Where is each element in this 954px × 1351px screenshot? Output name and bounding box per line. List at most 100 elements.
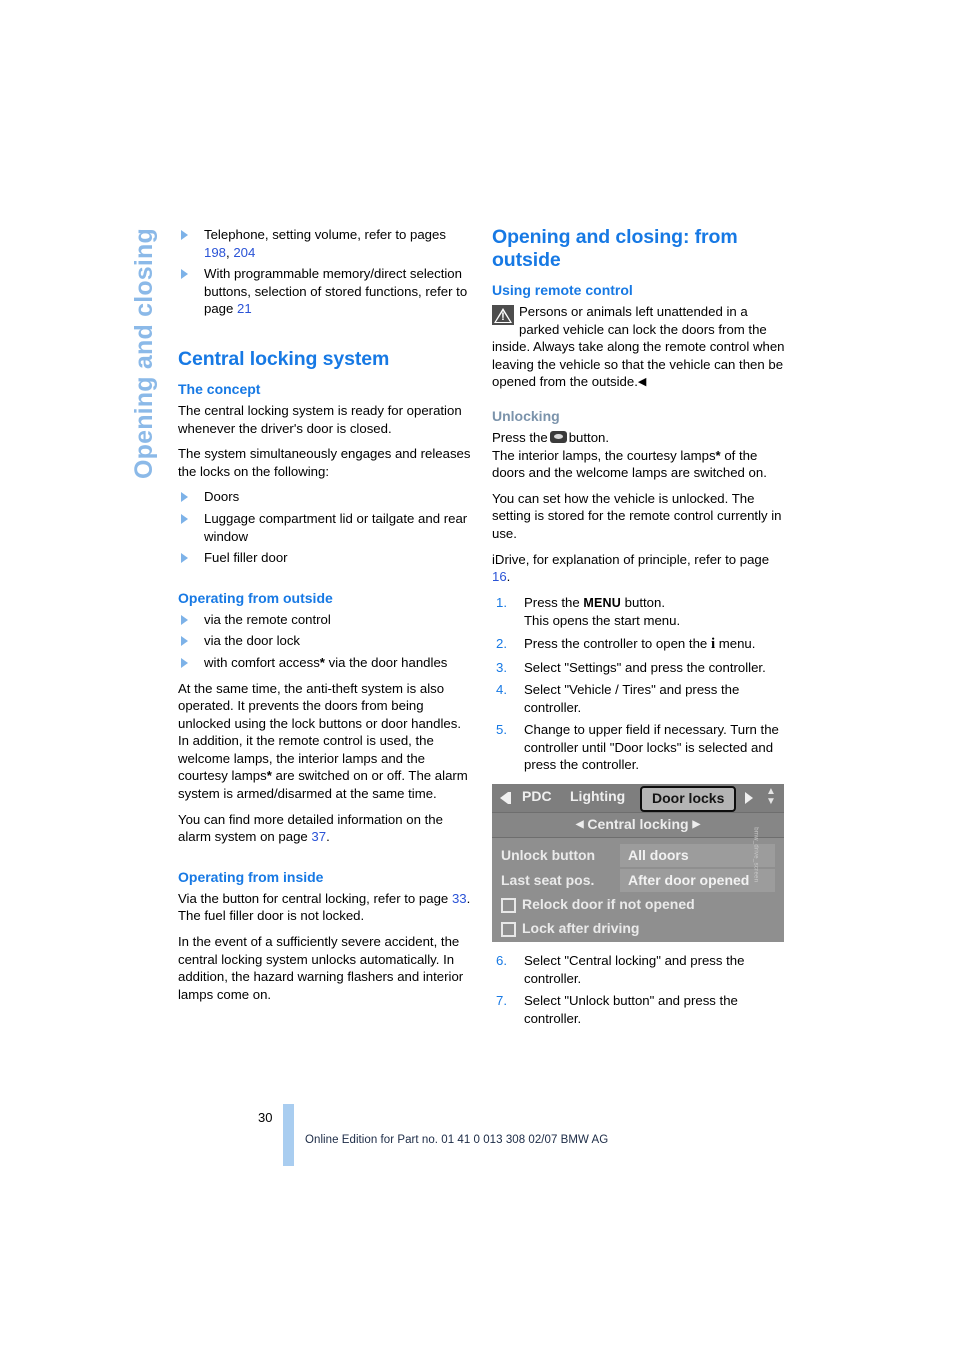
footer-edition-text: Online Edition for Part no. 01 41 0 013 … bbox=[305, 1134, 609, 1146]
list-item: With programmable memory/direct selectio… bbox=[178, 265, 474, 318]
press-post-text: button. bbox=[568, 429, 610, 445]
step-pre: Select "Vehicle / Tires" and press the c… bbox=[524, 682, 740, 715]
bullet-text: via the door lock bbox=[204, 633, 301, 649]
page-ref-204[interactable]: 204 bbox=[233, 245, 255, 260]
step-post: button. bbox=[620, 594, 665, 610]
idrive-subtitle: ◀ Central locking ▶ bbox=[492, 813, 784, 839]
triangle-bullet-icon bbox=[181, 230, 188, 240]
left-caret-icon: ◀ bbox=[575, 819, 584, 831]
idrive-subtitle-label: Central locking bbox=[587, 816, 689, 833]
bullet-text: Doors bbox=[204, 489, 240, 505]
left-column: Telephone, setting volume, refer to page… bbox=[178, 226, 474, 1011]
checkbox-row[interactable]: Lock after driving bbox=[492, 918, 784, 942]
next-arrow-icon[interactable] bbox=[745, 792, 753, 805]
warning-triangle-icon: ! bbox=[492, 305, 514, 325]
page-ref-37[interactable]: 37 bbox=[311, 829, 326, 844]
list-item: Fuel filler door bbox=[178, 549, 474, 567]
idrive-settings-body: Unlock button All doors Last seat pos. A… bbox=[492, 838, 784, 942]
table-row[interactable]: Last seat pos. After door opened bbox=[492, 869, 784, 894]
unlock-p3-part-a: iDrive, for explanation of principle, re… bbox=[492, 551, 770, 567]
step-text: Select "Central locking" and press the c… bbox=[524, 953, 745, 986]
outside-paragraph-2: You can find more detailed information o… bbox=[178, 811, 474, 846]
page-ref-16[interactable]: 16 bbox=[492, 569, 507, 584]
triangle-bullet-icon bbox=[181, 553, 188, 564]
list-item: Press the MENU button. This opens the sta… bbox=[492, 594, 788, 630]
right-column: Opening and closing: from outside Using … bbox=[492, 226, 788, 1032]
row-label: Unlock button bbox=[501, 847, 596, 864]
idrive-tab-pdc[interactable]: PDC bbox=[522, 788, 552, 806]
triangle-bullet-icon bbox=[181, 636, 188, 647]
list-item: via the door lock bbox=[178, 632, 474, 650]
step-pre: Press the controller to open the bbox=[524, 635, 711, 651]
idrive-tab-bar: PDC Lighting Door locks ▲ ▼ bbox=[492, 784, 784, 814]
checkbox-label: Relock door if not opened bbox=[522, 896, 695, 913]
row-label: Last seat pos. bbox=[501, 872, 595, 889]
remote-unlock-button-icon bbox=[549, 430, 567, 443]
unlocking-steps-list: Press the MENU button. This opens the sta… bbox=[492, 594, 788, 774]
subheading-the-concept: The concept bbox=[178, 380, 261, 397]
press-button-line: Press the button. bbox=[492, 429, 788, 447]
list-item: via the remote control bbox=[178, 611, 474, 629]
list-item: with comfort access* via the door handle… bbox=[178, 654, 474, 672]
prev-arrow-icon[interactable] bbox=[500, 792, 508, 805]
idrive-tab-door-locks-selected[interactable]: Door locks bbox=[640, 786, 737, 812]
right-caret-icon: ▶ bbox=[692, 819, 701, 831]
triangle-bullet-icon bbox=[181, 269, 188, 280]
footer-accent-bar bbox=[283, 1104, 294, 1166]
subheading-unlocking: Unlocking bbox=[492, 407, 560, 424]
concept-paragraph-2: The system simultaneously engages and re… bbox=[178, 446, 471, 479]
checkbox-row[interactable]: Relock door if not opened bbox=[492, 894, 784, 918]
outside-p2-part-b: . bbox=[326, 829, 330, 845]
bullet-text-tail: via the door handles bbox=[324, 654, 448, 670]
list-item: Telephone, setting volume, refer to page… bbox=[178, 226, 474, 261]
checkbox-icon[interactable] bbox=[501, 922, 516, 938]
step-pre: Press the bbox=[524, 594, 584, 610]
bullet-text: Fuel filler door bbox=[204, 550, 288, 566]
list-item: Luggage compartment lid or tailgate and … bbox=[178, 510, 474, 545]
page-number: 30 bbox=[258, 1110, 273, 1125]
warning-paragraph: ! Persons or animals left unattended in a… bbox=[492, 303, 788, 392]
step-post: menu. bbox=[715, 635, 756, 651]
triangle-bullet-icon bbox=[181, 614, 188, 625]
subheading-operating-from-inside: Operating from inside bbox=[178, 868, 324, 885]
scroll-updown-icon[interactable]: ▲ ▼ bbox=[764, 787, 778, 807]
manual-page: Opening and closing Telephone, setting v… bbox=[0, 0, 954, 1351]
page-ref-21[interactable]: 21 bbox=[237, 301, 252, 316]
list-item: Select "Unlock button" and press the con… bbox=[492, 992, 788, 1027]
page-ref-198[interactable]: 198 bbox=[204, 245, 226, 260]
image-credit-watermark: bmw_drive_screen bbox=[752, 827, 759, 883]
triangle-bullet-icon bbox=[181, 492, 188, 503]
list-item: Press the controller to open the i menu. bbox=[492, 635, 788, 654]
step-line2: This opens the start menu. bbox=[524, 613, 681, 629]
menu-button-label: MENU bbox=[583, 595, 621, 610]
idrive-screen-image: PDC Lighting Door locks ▲ ▼ ◀ Central loc… bbox=[492, 784, 784, 943]
concept-paragraph-1: The central locking system is ready for … bbox=[178, 402, 462, 436]
subheading-operating-from-outside: Operating from outside bbox=[178, 589, 333, 606]
top-bullet-list: Telephone, setting volume, refer to page… bbox=[178, 226, 474, 318]
step-text: Select "Unlock button" and press the con… bbox=[524, 993, 738, 1026]
step-pre: Select "Settings" and press the controll… bbox=[524, 659, 766, 675]
bullet-text: via the remote control bbox=[204, 611, 331, 627]
chapter-tab-label: Opening and closing bbox=[130, 228, 158, 480]
unlocking-paragraph-2: You can set how the vehicle is unlocked.… bbox=[492, 490, 782, 541]
concept-bullet-list: Doors Luggage compartment lid or tailgat… bbox=[178, 488, 474, 566]
checkbox-icon[interactable] bbox=[501, 898, 516, 914]
inside-p1-part-a: Via the button for central locking, refe… bbox=[178, 890, 452, 906]
inside-paragraph-1: Via the button for central locking, refe… bbox=[178, 890, 474, 925]
page-ref-33[interactable]: 33 bbox=[452, 891, 467, 906]
idrive-tab-lighting[interactable]: Lighting bbox=[570, 788, 625, 806]
checkbox-label: Lock after driving bbox=[522, 920, 640, 937]
subheading-using-remote-control: Using remote control bbox=[492, 282, 633, 298]
list-item: Doors bbox=[178, 488, 474, 506]
chapter-tab: Opening and closing bbox=[108, 228, 158, 528]
triangle-bullet-icon bbox=[181, 513, 188, 524]
warning-end-marker-icon: ◀ bbox=[637, 376, 647, 389]
table-row[interactable]: Unlock button All doors bbox=[492, 844, 784, 869]
section-title-central-locking: Central locking system bbox=[178, 347, 390, 370]
bullet-text: with comfort access bbox=[204, 654, 320, 670]
inside-paragraph-2: In the event of a sufficiently severe ac… bbox=[178, 934, 464, 1002]
exclamation-glyph: ! bbox=[501, 311, 505, 323]
